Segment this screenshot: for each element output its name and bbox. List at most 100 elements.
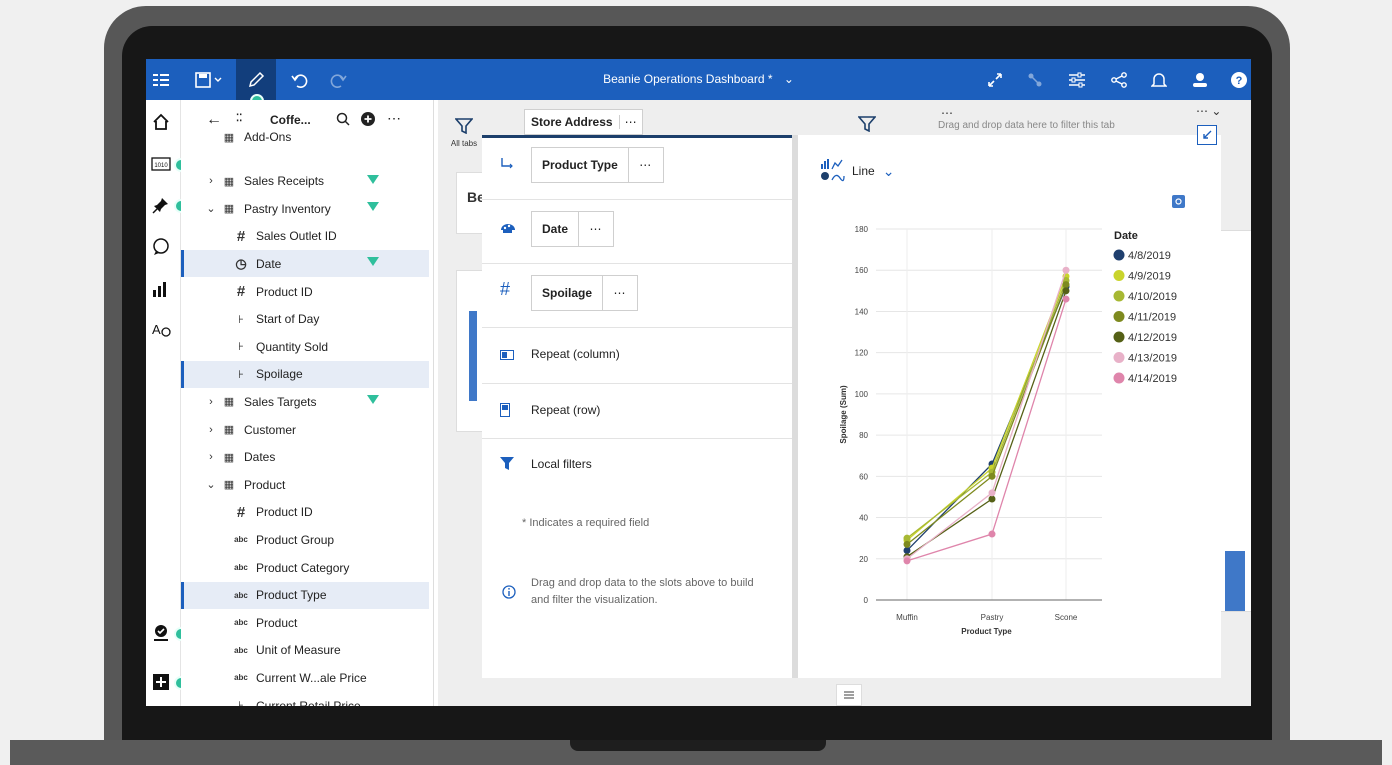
data-item-label: Customer <box>244 422 297 437</box>
repeat-row-label: Repeat (row) <box>531 403 601 417</box>
data-item-label: Dates <box>244 450 276 465</box>
notifications-bell-icon[interactable] <box>1146 59 1172 100</box>
data-item[interactable]: › ▦ Sales Receipts <box>181 168 429 195</box>
field-chip[interactable]: Date ⋯ <box>531 211 615 247</box>
info-icon <box>502 585 516 599</box>
tab-filter-area[interactable]: Drag and drop data here to filter this t… <box>858 114 1148 136</box>
data-item-label: Product Group <box>256 532 335 547</box>
data-item[interactable]: # Product ID <box>181 499 429 526</box>
data-item[interactable]: › ▦ Sales Targets <box>181 388 429 415</box>
hash-icon: # <box>500 279 511 299</box>
store-address-more-icon[interactable]: ⋯ <box>618 115 642 129</box>
home-icon[interactable] <box>148 110 174 134</box>
legend-swatch <box>1113 270 1125 281</box>
abc-icon: abc <box>234 618 248 628</box>
field-chip-more-icon[interactable]: ⋯ <box>578 212 613 246</box>
visualizations-icon[interactable] <box>148 277 174 301</box>
navigation-menu-icon[interactable] <box>146 59 176 100</box>
data-item[interactable]: abc Product Category <box>181 554 429 581</box>
table-icon: ▦ <box>223 131 235 144</box>
pin-icon[interactable] <box>148 193 174 217</box>
y-tick-label: 80 <box>859 431 868 440</box>
hash-icon: # <box>236 503 246 521</box>
add-widget-icon[interactable] <box>148 670 174 694</box>
redo-icon[interactable] <box>324 59 354 100</box>
store-address-filter-chip[interactable]: Store Address ⋯ <box>524 109 643 135</box>
table-icon: ▦ <box>223 175 235 188</box>
search-icon[interactable] <box>336 112 350 131</box>
data-item[interactable]: ▦ Add-Ons <box>181 130 417 144</box>
required-field-note: * Indicates a required field <box>522 515 649 532</box>
data-item-label: Current W...ale Price <box>256 670 367 685</box>
measure-icon: ⊦ <box>238 313 244 326</box>
chevron-right-icon[interactable]: › <box>204 451 218 463</box>
data-item[interactable]: abc Unit of Measure <box>181 637 429 664</box>
data-point <box>988 495 996 503</box>
filter-applied-icon <box>367 395 379 405</box>
data-item[interactable]: abc Product Type <box>181 581 429 609</box>
data-item[interactable]: ⌄ ▦ Product <box>181 471 429 498</box>
y-axis-title: Spoilage (Sum) <box>839 385 848 444</box>
svg-text:1010: 1010 <box>154 163 168 169</box>
bottom-table-icon[interactable] <box>836 684 862 706</box>
data-source-name[interactable]: Coffe... <box>270 113 311 127</box>
series-line <box>906 290 1067 558</box>
field-slot[interactable]: Product Type ⋯ <box>482 135 792 200</box>
field-slot[interactable]: # Spoilage ⋯ <box>482 263 792 328</box>
user-profile-icon[interactable] <box>1187 59 1213 100</box>
data-item[interactable]: # Product ID <box>181 278 429 305</box>
all-tabs-filter[interactable]: All tabs <box>446 118 482 148</box>
data-item[interactable]: ◷ Date <box>181 250 429 278</box>
repeat-column-slot[interactable]: Repeat (column) <box>482 327 792 384</box>
field-chip-more-icon[interactable]: ⋯ <box>602 276 637 310</box>
connection-icon[interactable] <box>1022 59 1048 100</box>
title-chevron-down-icon[interactable]: ⌄ <box>784 72 794 86</box>
back-arrow-icon[interactable]: ← <box>206 111 222 129</box>
field-chip[interactable]: Spoilage ⋯ <box>531 275 639 311</box>
data-item-label: Pastry Inventory <box>244 201 331 216</box>
field-chip[interactable]: Product Type ⋯ <box>531 147 664 183</box>
filters-sliders-icon[interactable] <box>1064 59 1090 100</box>
data-item[interactable]: abc Product Group <box>181 526 429 553</box>
field-slot[interactable]: Date ⋯ <box>482 199 792 264</box>
dashboard-title[interactable]: Beanie Operations Dashboard * <box>603 72 772 86</box>
expand-icon[interactable] <box>982 59 1008 100</box>
data-item[interactable]: ⊦ Spoilage <box>181 360 429 388</box>
data-item[interactable]: ⌄ ▦ Pastry Inventory <box>181 195 429 222</box>
text-styles-icon[interactable]: A <box>148 318 174 342</box>
data-item[interactable]: abc Current W...ale Price <box>181 664 429 691</box>
chevron-down-icon[interactable]: ⌄ <box>204 202 218 215</box>
background-bar <box>1225 551 1245 611</box>
field-chip-more-icon[interactable]: ⋯ <box>627 148 663 182</box>
data-panel: ← ⁚⁚ Coffe... ⋯ ▦ Add-Ons › ▦ Sales Receipts… <box>181 100 434 706</box>
data-item[interactable]: ⊦ Quantity Sold <box>181 333 429 360</box>
chevron-right-icon[interactable]: › <box>204 396 218 408</box>
assistant-chat-icon[interactable] <box>148 235 174 259</box>
data-item[interactable]: ⊦ Current Retail Price <box>181 692 429 707</box>
visualization-fields-panel: Product Type ⋯ Date ⋯ # Spoilage ⋯ Repeat (col… <box>482 135 792 678</box>
data-item[interactable]: › ▦ Dates <box>181 444 429 471</box>
data-item[interactable]: # Sales Outlet ID <box>181 223 429 250</box>
local-filters-slot[interactable]: Local filters <box>482 439 792 489</box>
share-icon[interactable] <box>1106 59 1132 100</box>
data-item-label: Start of Day <box>256 312 320 327</box>
data-sources-icon[interactable]: 1010 <box>148 152 174 176</box>
chevron-right-icon[interactable]: › <box>204 424 218 436</box>
more-options-icon[interactable]: ⋯ <box>387 110 402 127</box>
undo-icon[interactable] <box>284 59 314 100</box>
tab-more-icon[interactable]: ⋯ ⌄ <box>1196 104 1221 118</box>
data-item[interactable]: abc Product <box>181 609 429 636</box>
chevron-right-icon[interactable]: › <box>204 175 218 187</box>
help-icon[interactable]: ? <box>1226 59 1251 100</box>
drag-hint: Drag and drop data to the slots above to… <box>500 575 780 609</box>
save-icon[interactable] <box>188 59 228 100</box>
repeat-row-slot[interactable]: Repeat (row) <box>482 383 792 439</box>
data-point <box>1062 295 1070 303</box>
data-item[interactable]: › ▦ Customer <box>181 416 429 443</box>
data-point <box>903 534 911 542</box>
chevron-down-icon[interactable]: ⌄ <box>204 478 218 491</box>
data-point <box>1062 287 1070 295</box>
validate-icon[interactable] <box>148 621 174 645</box>
data-item[interactable]: ⊦ Start of Day <box>181 306 429 333</box>
add-data-icon[interactable] <box>361 112 375 131</box>
